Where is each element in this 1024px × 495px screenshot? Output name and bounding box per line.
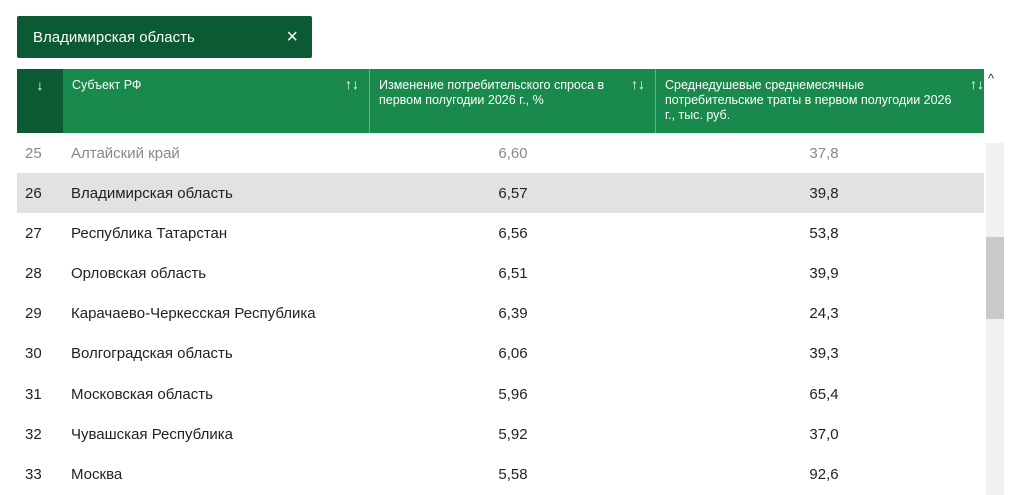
region-name-cell: Карачаево-Черкесская Республика (71, 305, 316, 323)
table-row[interactable]: 31 Московская область 5,96 65,4 (17, 374, 984, 414)
rank-cell: 31 (25, 385, 42, 403)
rank-cell: 30 (25, 345, 42, 363)
spend-cell: 39,3 (809, 345, 839, 363)
column-header-change[interactable]: Изменение потребительского спроса в перв… (370, 69, 656, 133)
spend-cell: 37,0 (809, 425, 839, 443)
change-cell: 5,92 (498, 425, 528, 443)
rank-cell: 33 (25, 465, 42, 483)
table-row-selected[interactable]: 26 Владимирская область 6,57 39,8 (17, 173, 984, 214)
change-cell: 6,39 (498, 305, 528, 323)
region-name-cell: Москва (71, 465, 123, 483)
regions-table: ↓ Субъект РФ ↑↓ Изменение потребительско… (17, 69, 984, 495)
rank-cell: 28 (25, 264, 42, 282)
table-body: 25 Алтайский край 6,60 37,8 26 Владимирс… (17, 133, 984, 495)
filter-chip-label: Владимирская область (33, 28, 195, 46)
close-icon[interactable]: × (286, 27, 298, 47)
sort-down-icon[interactable]: ↓ (17, 69, 63, 133)
scroll-thumb[interactable] (986, 237, 1004, 319)
filter-chip[interactable]: Владимирская область × (17, 16, 312, 58)
column-header-subject[interactable]: Субъект РФ ↑↓ (63, 69, 370, 133)
change-cell: 6,51 (498, 264, 528, 282)
region-name-cell: Московская область (71, 385, 213, 403)
column-header-label: Субъект РФ (72, 78, 142, 92)
change-cell: 6,60 (498, 144, 528, 162)
region-name-cell: Волгоградская область (71, 345, 233, 363)
region-name-cell: Владимирская область (71, 184, 233, 202)
spend-cell: 39,9 (809, 264, 839, 282)
table-row[interactable]: 32 Чувашская Республика 5,92 37,0 (17, 414, 984, 454)
change-cell: 6,56 (498, 224, 528, 242)
spend-cell: 65,4 (809, 385, 839, 403)
column-header-label: Изменение потребительского спроса в перв… (379, 78, 605, 107)
change-cell: 6,06 (498, 345, 528, 363)
change-cell: 6,57 (498, 184, 528, 202)
change-cell: 5,96 (498, 385, 528, 403)
table-row[interactable]: 29 Карачаево-Черкесская Республика 6,39 … (17, 294, 984, 334)
column-header-spend[interactable]: Среднедушевые среднемесячные потребитель… (656, 69, 984, 133)
table-row[interactable]: 27 Республика Татарстан 6,56 53,8 (17, 213, 984, 253)
column-header-label: Среднедушевые среднемесячные потребитель… (665, 78, 952, 122)
table-row[interactable]: 25 Алтайский край 6,60 37,8 (17, 133, 984, 173)
chevron-up-icon[interactable]: ^ (988, 71, 994, 86)
sort-icon[interactable]: ↑↓ (345, 77, 359, 92)
region-name-cell: Орловская область (71, 264, 207, 282)
rank-cell: 26 (25, 184, 42, 202)
change-cell: 5,58 (498, 465, 528, 483)
spend-cell: 53,8 (809, 224, 839, 242)
sort-icon[interactable]: ↑↓ (631, 77, 645, 92)
table-row[interactable]: 33 Москва 5,58 92,6 (17, 454, 984, 494)
rank-cell: 25 (25, 144, 42, 162)
table-row[interactable]: 30 Волгоградская область 6,06 39,3 (17, 334, 984, 374)
spend-cell: 92,6 (809, 465, 839, 483)
rank-cell: 32 (25, 425, 42, 443)
table-header: ↓ Субъект РФ ↑↓ Изменение потребительско… (17, 69, 984, 133)
rank-cell: 27 (25, 224, 42, 242)
region-name-cell: Республика Татарстан (71, 224, 228, 242)
spend-cell: 37,8 (809, 144, 839, 162)
region-name-cell: Чувашская Республика (71, 425, 233, 443)
vertical-scrollbar[interactable]: ^ (984, 69, 1004, 495)
region-name-cell: Алтайский край (71, 144, 180, 162)
spend-cell: 24,3 (809, 305, 839, 323)
table-row[interactable]: 28 Орловская область 6,51 39,9 (17, 253, 984, 293)
rank-cell: 29 (25, 305, 42, 323)
spend-cell: 39,8 (809, 184, 839, 202)
scroll-track[interactable] (986, 143, 1004, 495)
sort-icon[interactable]: ↑↓ (970, 77, 984, 92)
